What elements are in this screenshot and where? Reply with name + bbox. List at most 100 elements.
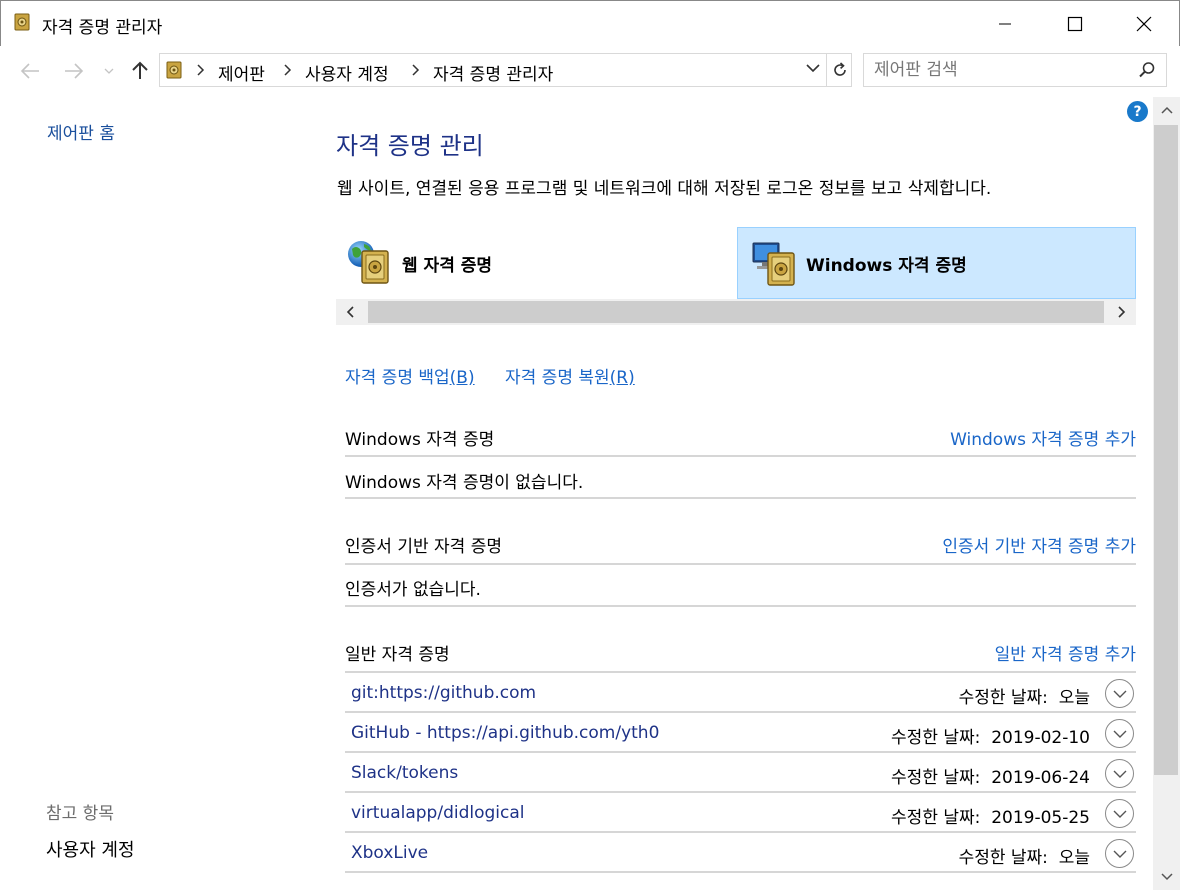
generic-credentials-header: 일반 자격 증명 일반 자격 증명 추가: [345, 640, 1136, 674]
section-divider: [345, 455, 1136, 457]
restore-credentials-label: 자격 증명 복원: [505, 368, 610, 388]
vertical-scrollbar[interactable]: [1153, 97, 1180, 890]
search-box[interactable]: [863, 53, 1167, 87]
row-divider: [345, 871, 1136, 873]
back-button[interactable]: [18, 58, 42, 84]
breadcrumb-control-panel[interactable]: 제어판: [218, 60, 265, 85]
chevron-down-icon: [1160, 873, 1173, 881]
scroll-left-button[interactable]: [336, 299, 366, 325]
modified-date-value: 2019-02-10: [991, 728, 1090, 748]
user-accounts-link[interactable]: 사용자 계정: [46, 836, 135, 862]
certificate-credentials-title: 인증서 기반 자격 증명: [345, 537, 502, 557]
backup-credentials-label: 자격 증명 백업: [345, 368, 450, 388]
tab-web-credentials[interactable]: 웹 자격 증명: [336, 227, 736, 299]
chevron-right-icon: [197, 64, 205, 76]
page-description: 웹 사이트, 연결된 응용 프로그램 및 네트워크에 대해 저장된 로그온 정보…: [337, 179, 992, 199]
windows-credentials-header: Windows 자격 증명 Windows 자격 증명 추가: [345, 425, 1136, 459]
section-divider: [345, 563, 1136, 565]
close-button[interactable]: [1113, 1, 1175, 47]
credential-row[interactable]: Slack/tokens 수정한 날짜: 2019-06-24: [345, 753, 1136, 793]
add-certificate-credential-link[interactable]: 인증서 기반 자격 증명 추가: [942, 532, 1136, 557]
page-title: 자격 증명 관리: [336, 132, 484, 160]
arrow-up-icon: [132, 61, 148, 79]
forward-button[interactable]: [62, 58, 86, 84]
arrow-left-icon: [20, 63, 39, 79]
recent-locations-button[interactable]: [101, 58, 117, 84]
credential-row[interactable]: XboxLive 수정한 날짜: 오늘: [345, 833, 1136, 873]
see-also-heading: 참고 항목: [46, 804, 114, 824]
credential-name: Slack/tokens: [351, 763, 459, 783]
help-icon[interactable]: ?: [1127, 101, 1148, 122]
expand-credential-button[interactable]: [1105, 839, 1134, 868]
credential-modified-date: 수정한 날짜: 오늘: [959, 683, 1090, 708]
modified-date-label: 수정한 날짜:: [891, 808, 981, 828]
credential-vault-icon: [14, 13, 30, 31]
arrow-right-icon: [65, 63, 84, 79]
backup-credentials-link[interactable]: 자격 증명 백업(B): [345, 363, 475, 388]
chevron-down-icon: [1113, 730, 1126, 738]
scroll-down-button[interactable]: [1153, 864, 1180, 890]
modified-date-label: 수정한 날짜:: [958, 688, 1048, 708]
add-windows-credential-link[interactable]: Windows 자격 증명 추가: [950, 425, 1136, 450]
address-bar[interactable]: 제어판 사용자 계정 자격 증명 관리자: [159, 53, 852, 87]
vertical-scroll-thumb[interactable]: [1154, 125, 1178, 775]
credential-modified-date: 수정한 날짜: 2019-05-25: [891, 803, 1090, 828]
search-input[interactable]: [874, 59, 1124, 81]
credential-name: virtualapp/didlogical: [351, 803, 525, 823]
section-divider: [345, 605, 1136, 607]
restore-access-key: (R): [609, 368, 635, 388]
chevron-up-icon: [1160, 106, 1173, 114]
expand-credential-button[interactable]: [1105, 759, 1134, 788]
search-icon[interactable]: [1138, 61, 1156, 79]
control-panel-home-link[interactable]: 제어판 홈: [47, 119, 115, 144]
modified-date-value: 오늘: [1058, 848, 1090, 868]
chevron-left-icon: [346, 306, 354, 318]
certificate-credentials-empty-message: 인증서가 없습니다.: [345, 580, 481, 600]
tab-windows-credentials[interactable]: Windows 자격 증명: [737, 227, 1136, 299]
refresh-button[interactable]: [826, 53, 853, 87]
add-generic-credential-link[interactable]: 일반 자격 증명 추가: [995, 640, 1136, 665]
modified-date-label: 수정한 날짜:: [891, 728, 981, 748]
address-dropdown-button[interactable]: [805, 60, 823, 80]
credential-name: XboxLive: [351, 843, 429, 863]
breadcrumb-user-accounts[interactable]: 사용자 계정: [305, 60, 389, 85]
expand-credential-button[interactable]: [1105, 799, 1134, 828]
backup-access-key: (B): [449, 368, 475, 388]
credential-name: git:https://github.com: [351, 683, 537, 703]
chevron-down-icon: [104, 68, 114, 74]
minimize-button[interactable]: [974, 1, 1036, 47]
expand-credential-button[interactable]: [1105, 679, 1134, 708]
modified-date-label: 수정한 날짜:: [958, 848, 1048, 868]
chevron-down-icon: [1113, 690, 1126, 698]
section-divider: [345, 497, 1136, 499]
generic-credentials-title: 일반 자격 증명: [345, 645, 450, 665]
credential-modified-date: 수정한 날짜: 오늘: [959, 843, 1090, 868]
restore-credentials-link[interactable]: 자격 증명 복원(R): [505, 363, 635, 388]
chevron-right-icon[interactable]: [411, 62, 421, 78]
tabs-horizontal-scrollbar[interactable]: [336, 299, 1136, 325]
tab-windows-credentials-label: Windows 자격 증명: [806, 255, 967, 276]
credential-row[interactable]: git:https://github.com 수정한 날짜: 오늘: [345, 673, 1136, 713]
maximize-button[interactable]: [1044, 1, 1106, 47]
modified-date-value: 2019-05-25: [991, 808, 1090, 828]
credential-vault-icon: [166, 61, 182, 79]
credential-row[interactable]: virtualapp/didlogical 수정한 날짜: 2019-05-25: [345, 793, 1136, 833]
chevron-down-icon: [1113, 810, 1126, 818]
credential-modified-date: 수정한 날짜: 2019-02-10: [891, 723, 1090, 748]
chevron-right-icon[interactable]: [283, 62, 293, 78]
up-button[interactable]: [129, 57, 151, 83]
close-icon: [1136, 16, 1152, 32]
chevron-down-icon: [1113, 850, 1126, 858]
scroll-right-button[interactable]: [1106, 299, 1136, 325]
credential-type-tabs: 웹 자격 증명 Windows 자격 증명: [336, 227, 1136, 299]
window-title: 자격 증명 관리자: [42, 18, 163, 38]
scroll-up-button[interactable]: [1153, 97, 1180, 123]
maximize-icon: [1067, 16, 1083, 32]
breadcrumb-credential-manager[interactable]: 자격 증명 관리자: [433, 60, 553, 85]
expand-credential-button[interactable]: [1105, 719, 1134, 748]
modified-date-label: 수정한 날짜:: [891, 768, 981, 788]
horizontal-scroll-thumb[interactable]: [368, 301, 1104, 323]
credential-row[interactable]: GitHub - https://api.github.com/yth0 수정한…: [345, 713, 1136, 753]
windows-credentials-icon: [752, 242, 795, 286]
chevron-down-icon: [806, 64, 820, 73]
